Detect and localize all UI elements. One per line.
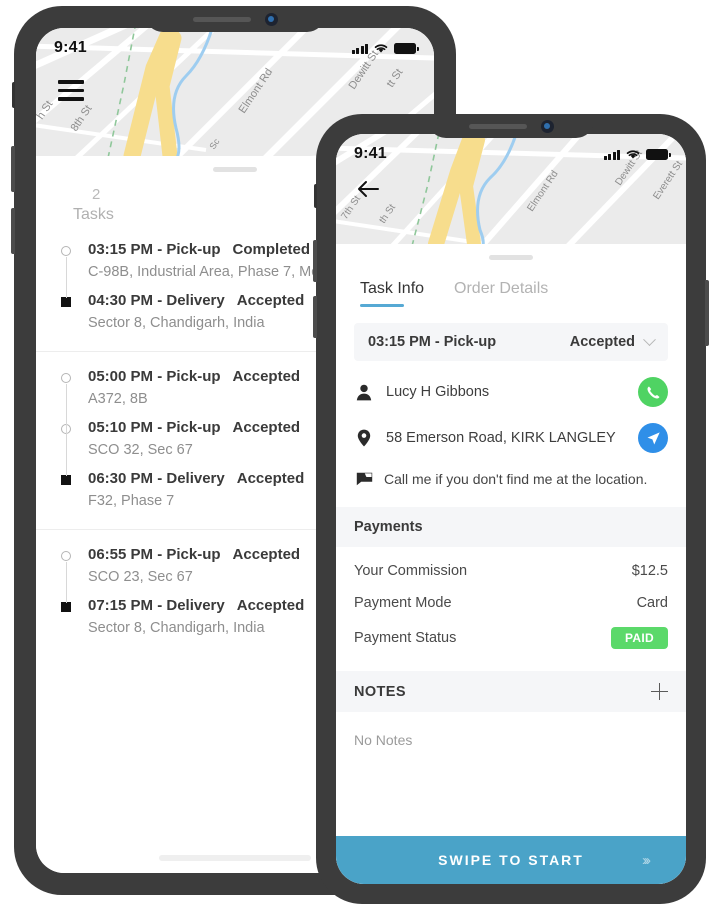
screenshot-root: 8th St h St Elmont Rd Dewitt St tt St Sc… xyxy=(0,0,711,909)
pickup-marker-icon xyxy=(61,245,71,256)
map-view-right[interactable]: 7th St th St Elmont Rd Dewitt St Everett… xyxy=(336,134,686,244)
power-button-right[interactable] xyxy=(705,280,709,346)
delivery-marker-icon xyxy=(61,296,71,307)
volume-up-button-left[interactable] xyxy=(11,146,15,192)
payment-value: Card xyxy=(636,595,668,611)
message-flag-icon xyxy=(354,472,374,486)
payments-heading: Payments xyxy=(354,519,423,535)
payment-rows: Your Commission $12.5 Payment Mode Card Paym… xyxy=(336,563,686,649)
mute-switch-right[interactable] xyxy=(314,184,317,208)
notes-empty-text: No Notes xyxy=(354,732,413,748)
tab-task-info[interactable]: Task Info xyxy=(360,280,424,307)
screen-right: 7th St th St Elmont Rd Dewitt St Everett… xyxy=(336,134,686,884)
navigate-icon[interactable] xyxy=(638,423,668,453)
task-title: 07:15 PM - Delivery xyxy=(88,596,225,614)
volume-up-button-right[interactable] xyxy=(313,240,317,282)
delivery-marker-icon xyxy=(61,474,71,485)
phone-call-icon[interactable] xyxy=(638,377,668,407)
task-status-value: Accepted xyxy=(569,334,635,350)
pickup-marker-icon xyxy=(61,372,71,383)
notes-heading: NOTES xyxy=(354,683,406,700)
task-status: Accepted xyxy=(232,418,301,436)
task-status-right: Accepted xyxy=(569,332,656,350)
phone-device-right: 7th St th St Elmont Rd Dewitt St Everett… xyxy=(313,114,709,904)
person-icon xyxy=(354,384,374,401)
task-title: 05:00 PM - Pick-up xyxy=(88,367,221,385)
task-status: Accepted xyxy=(232,545,301,563)
task-detail-sheet: Task Info Order Details 03:15 PM - Pick-… xyxy=(336,244,686,884)
task-status: Accepted xyxy=(236,596,305,614)
payment-row: Payment Status PAID xyxy=(336,627,686,649)
delivery-marker-icon xyxy=(61,601,71,612)
map-graphic-right: 7th St th St Elmont Rd Dewitt St Everett… xyxy=(336,134,686,244)
task-status-title: 03:15 PM - Pick-up xyxy=(368,334,497,350)
task-title: 03:15 PM - Pick-up xyxy=(88,240,221,258)
front-camera-right xyxy=(540,119,554,133)
swipe-to-start-button[interactable]: SWIPE TO START ››› xyxy=(336,836,686,884)
front-camera-left xyxy=(264,12,278,26)
address-row: 58 Emerson Road, KIRK LANGLEY xyxy=(336,423,686,453)
task-status: Accepted xyxy=(236,291,305,309)
speaker-grille-left xyxy=(192,16,251,22)
instruction-text: Call me if you don't find me at the loca… xyxy=(384,471,648,487)
task-status-dropdown[interactable]: 03:15 PM - Pick-up Accepted xyxy=(354,323,668,361)
detail-tabs: Task Info Order Details xyxy=(336,260,686,307)
hamburger-menu-icon[interactable] xyxy=(58,80,84,101)
home-indicator-left xyxy=(159,855,311,861)
instruction-row: Call me if you don't find me at the loca… xyxy=(336,471,686,487)
payment-key: Payment Mode xyxy=(354,595,452,611)
timeline-connector xyxy=(65,383,67,476)
payment-value: $12.5 xyxy=(631,563,668,579)
chevron-down-icon[interactable] xyxy=(643,332,656,346)
payment-row: Payment Mode Card xyxy=(336,595,686,611)
back-arrow-glyph xyxy=(358,181,379,197)
back-arrow-icon[interactable] xyxy=(356,180,380,203)
payment-key: Your Commission xyxy=(354,563,468,579)
task-title: 05:10 PM - Pick-up xyxy=(88,418,221,436)
status-badge: PAID xyxy=(611,627,668,649)
task-status: Completed xyxy=(232,240,311,258)
timeline-connector xyxy=(65,561,67,603)
swipe-arrows-icon: ››› xyxy=(642,851,651,869)
volume-down-button-right[interactable] xyxy=(313,296,317,338)
payment-row: Your Commission $12.5 xyxy=(336,563,686,579)
timeline-connector xyxy=(65,256,67,298)
task-title: 06:30 PM - Delivery xyxy=(88,469,225,487)
task-status: Accepted xyxy=(232,367,301,385)
notch-right xyxy=(428,114,594,138)
contact-row: Lucy H Gibbons xyxy=(336,377,686,407)
address-text: 58 Emerson Road, KIRK LANGLEY xyxy=(386,430,616,446)
notes-section-header: NOTES xyxy=(336,671,686,712)
task-title: 04:30 PM - Delivery xyxy=(88,291,225,309)
payments-section-header: Payments xyxy=(336,507,686,547)
volume-down-button-left[interactable] xyxy=(11,208,15,254)
contact-name: Lucy H Gibbons xyxy=(386,384,490,400)
map-pin-icon xyxy=(354,429,374,447)
speaker-grille-right xyxy=(468,123,527,129)
notch-left xyxy=(145,6,325,32)
swipe-label: SWIPE TO START xyxy=(438,852,584,868)
task-status: Accepted xyxy=(236,469,305,487)
pickup-marker-icon xyxy=(61,550,71,561)
plus-icon[interactable] xyxy=(651,683,668,700)
mute-switch-left[interactable] xyxy=(12,82,15,108)
payment-key: Payment Status xyxy=(354,630,457,646)
task-title: 06:55 PM - Pick-up xyxy=(88,545,221,563)
tab-order-details[interactable]: Order Details xyxy=(454,280,548,307)
